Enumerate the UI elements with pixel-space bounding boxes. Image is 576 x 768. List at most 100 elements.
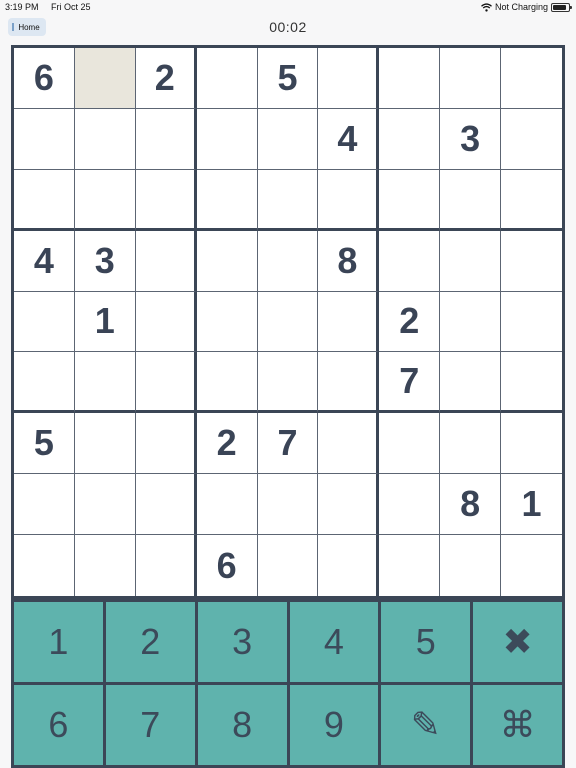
- sudoku-cell[interactable]: 7: [379, 352, 441, 414]
- key-5-label: 5: [415, 621, 436, 662]
- key-6-button[interactable]: 6: [14, 685, 103, 765]
- sudoku-cell[interactable]: [196, 474, 258, 536]
- sudoku-cell[interactable]: [74, 413, 136, 475]
- sudoku-cell[interactable]: 4: [14, 230, 75, 292]
- sudoku-cell[interactable]: 4: [318, 108, 380, 170]
- sudoku-cell[interactable]: 2: [135, 48, 197, 109]
- sudoku-cell[interactable]: 3: [74, 230, 136, 292]
- sudoku-cell[interactable]: 1: [501, 474, 562, 536]
- sudoku-cell[interactable]: [379, 108, 441, 170]
- sudoku-cell[interactable]: [501, 413, 562, 475]
- sudoku-cell[interactable]: [135, 413, 197, 475]
- sudoku-cell[interactable]: [74, 108, 136, 170]
- sudoku-cell[interactable]: [196, 291, 258, 353]
- sudoku-cell[interactable]: [135, 291, 197, 353]
- sudoku-cell[interactable]: [196, 48, 258, 109]
- sudoku-cell[interactable]: [14, 352, 75, 414]
- sudoku-cell[interactable]: [257, 230, 319, 292]
- sudoku-cell[interactable]: [440, 291, 502, 353]
- sudoku-cell[interactable]: [440, 169, 502, 231]
- sudoku-cell[interactable]: [74, 48, 136, 109]
- sudoku-cell[interactable]: [501, 291, 562, 353]
- sudoku-cell[interactable]: [14, 108, 75, 170]
- sudoku-cell[interactable]: [74, 474, 136, 536]
- sudoku-cell[interactable]: [196, 169, 258, 231]
- sudoku-cell[interactable]: [14, 169, 75, 231]
- sudoku-cell[interactable]: [379, 535, 441, 596]
- sudoku-cell[interactable]: 2: [196, 413, 258, 475]
- sudoku-cell[interactable]: [14, 291, 75, 353]
- key-9-button[interactable]: 9: [289, 685, 379, 765]
- sudoku-cell[interactable]: [196, 352, 258, 414]
- sudoku-cell[interactable]: [14, 474, 75, 536]
- key-1-button[interactable]: 1: [14, 602, 103, 682]
- sudoku-cell[interactable]: [135, 352, 197, 414]
- sudoku-cell[interactable]: [501, 48, 562, 109]
- sudoku-cell[interactable]: 8: [440, 474, 502, 536]
- sudoku-cell[interactable]: [440, 535, 502, 596]
- key-2-button[interactable]: 2: [105, 602, 195, 682]
- sudoku-cell[interactable]: 1: [74, 291, 136, 353]
- sudoku-cell[interactable]: [501, 535, 562, 596]
- sudoku-cell[interactable]: [318, 48, 380, 109]
- pencil-button[interactable]: ✎: [381, 685, 471, 765]
- erase-button[interactable]: ✖: [473, 602, 562, 682]
- pencil-icon: ✎: [410, 704, 441, 745]
- key-3-button[interactable]: 3: [197, 602, 287, 682]
- key-7-button[interactable]: 7: [105, 685, 195, 765]
- sudoku-cell[interactable]: 6: [14, 48, 75, 109]
- sudoku-cell[interactable]: [501, 352, 562, 414]
- status-time: 3:19 PM: [5, 2, 39, 12]
- sudoku-cell[interactable]: [196, 230, 258, 292]
- sudoku-cell[interactable]: 8: [318, 230, 380, 292]
- key-9-label: 9: [323, 704, 344, 745]
- sudoku-cell[interactable]: [257, 352, 319, 414]
- sudoku-cell[interactable]: [379, 169, 441, 231]
- sudoku-cell[interactable]: [501, 230, 562, 292]
- sudoku-cell[interactable]: [501, 169, 562, 231]
- sudoku-cell[interactable]: [14, 535, 75, 596]
- sudoku-cell[interactable]: [318, 413, 380, 475]
- sudoku-cell[interactable]: [257, 108, 319, 170]
- key-8-label: 8: [232, 704, 253, 745]
- sudoku-cell[interactable]: [257, 169, 319, 231]
- sudoku-cell[interactable]: [379, 474, 441, 536]
- command-button[interactable]: ⌘: [473, 685, 562, 765]
- sudoku-cell[interactable]: [379, 413, 441, 475]
- sudoku-cell[interactable]: [135, 230, 197, 292]
- status-date: Fri Oct 25: [51, 2, 91, 12]
- sudoku-cell[interactable]: [257, 474, 319, 536]
- sudoku-cell[interactable]: [318, 352, 380, 414]
- sudoku-cell[interactable]: 5: [257, 48, 319, 109]
- key-5-button[interactable]: 5: [381, 602, 471, 682]
- sudoku-cell[interactable]: [440, 230, 502, 292]
- sudoku-cell[interactable]: [135, 535, 197, 596]
- sudoku-cell[interactable]: [440, 413, 502, 475]
- sudoku-cell[interactable]: 3: [440, 108, 502, 170]
- sudoku-cell[interactable]: 5: [14, 413, 75, 475]
- sudoku-cell[interactable]: [318, 169, 380, 231]
- sudoku-cell[interactable]: [74, 535, 136, 596]
- sudoku-cell[interactable]: [318, 535, 380, 596]
- sudoku-cell[interactable]: [440, 352, 502, 414]
- sudoku-cell[interactable]: 7: [257, 413, 319, 475]
- sudoku-cell[interactable]: [318, 474, 380, 536]
- sudoku-cell[interactable]: [318, 291, 380, 353]
- sudoku-cell[interactable]: [196, 108, 258, 170]
- sudoku-cell[interactable]: [74, 169, 136, 231]
- sudoku-cell[interactable]: [257, 535, 319, 596]
- timer: 00:02: [269, 19, 307, 35]
- sudoku-cell[interactable]: [501, 108, 562, 170]
- sudoku-cell[interactable]: [135, 169, 197, 231]
- sudoku-cell[interactable]: [135, 474, 197, 536]
- key-8-button[interactable]: 8: [197, 685, 287, 765]
- sudoku-cell[interactable]: [74, 352, 136, 414]
- key-4-button[interactable]: 4: [289, 602, 379, 682]
- sudoku-cell[interactable]: 2: [379, 291, 441, 353]
- sudoku-cell[interactable]: [379, 230, 441, 292]
- sudoku-cell[interactable]: 6: [196, 535, 258, 596]
- sudoku-cell[interactable]: [440, 48, 502, 109]
- sudoku-cell[interactable]: [379, 48, 441, 109]
- sudoku-cell[interactable]: [135, 108, 197, 170]
- sudoku-cell[interactable]: [257, 291, 319, 353]
